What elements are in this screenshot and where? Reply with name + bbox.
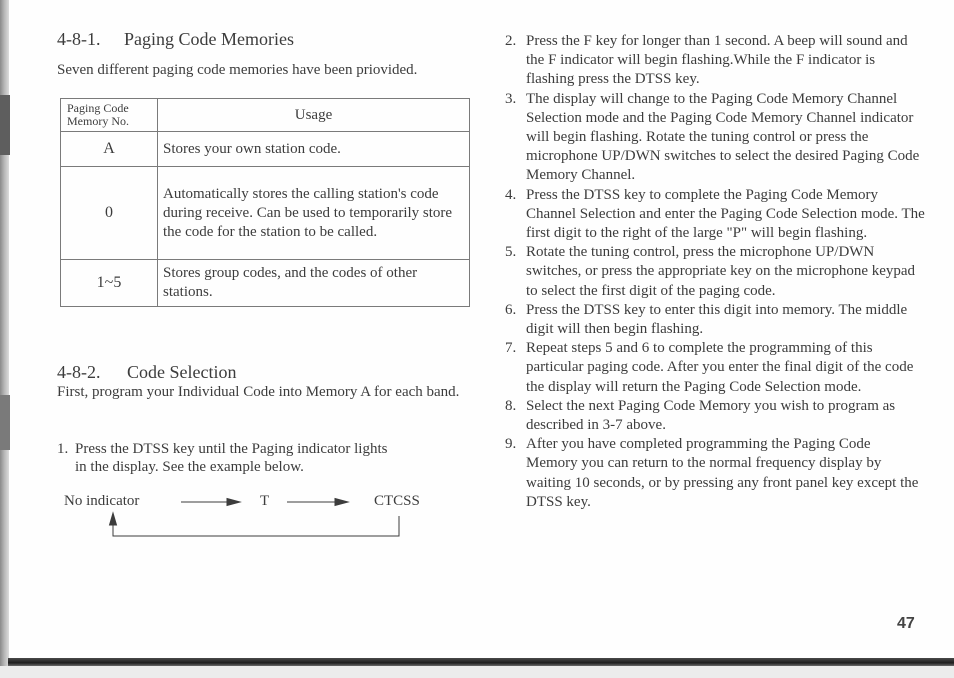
page-bottom-margin bbox=[0, 666, 954, 678]
header-line: Paging Code bbox=[67, 101, 129, 115]
step-text: After you have completed programming the… bbox=[526, 436, 919, 510]
table-row: A Stores your own station code. bbox=[60, 131, 470, 167]
step-number: 3. bbox=[505, 90, 517, 107]
memory-cell: 1~5 bbox=[60, 259, 158, 307]
step-9: 9. After you have completed programming t… bbox=[505, 435, 925, 512]
arrowhead-icon bbox=[334, 497, 350, 507]
step-text: Select the next Paging Code Memory you w… bbox=[526, 397, 896, 434]
usage-cell: Stores group codes, and the codes of oth… bbox=[157, 259, 470, 307]
step-text: Rotate the tuning control, press the mic… bbox=[526, 244, 916, 299]
memory-cell: 0 bbox=[60, 166, 158, 260]
step-number: 1. bbox=[57, 441, 69, 457]
step-8: 8. Select the next Paging Code Memory you… bbox=[505, 397, 925, 435]
arrowhead-up-icon bbox=[108, 511, 118, 526]
step-number: 9. bbox=[505, 436, 517, 453]
step-3: 3. The display will change to the Paging … bbox=[505, 90, 925, 186]
step-number: 6. bbox=[505, 301, 517, 318]
header-usage: Usage bbox=[157, 98, 470, 132]
step-text: The display will change to the Paging Co… bbox=[526, 90, 920, 184]
arrowhead-icon bbox=[226, 497, 242, 507]
section-intro: First, program your Individual Code into… bbox=[57, 384, 460, 400]
table-row: 1~5 Stores group codes, and the codes of… bbox=[60, 259, 470, 307]
step-1: 1. Press the DTSS key until the Paging in… bbox=[57, 440, 472, 476]
left-column: 4-8-1. Paging Code Memories Seven differe… bbox=[57, 28, 472, 537]
section-title: Paging Code Memories bbox=[124, 29, 294, 49]
paging-code-table: Paging Code Memory No. Usage A Stores yo… bbox=[60, 98, 470, 307]
section-heading-code-selection: 4-8-2. Code Selection bbox=[57, 361, 236, 383]
step-text: Press the DTSS key to complete the Pagin… bbox=[526, 186, 925, 242]
step-6: 6. Press the DTSS key to enter this digit… bbox=[505, 301, 925, 339]
step-2: 2. Press the F key for longer than 1 seco… bbox=[505, 32, 925, 90]
step-text: Press the DTSS key to enter this digit i… bbox=[526, 301, 908, 338]
step-7: 7. Repeat steps 5 and 6 to complete the p… bbox=[505, 339, 925, 397]
step-number: 2. bbox=[505, 33, 517, 49]
section-number: 4-8-1. bbox=[57, 29, 101, 49]
step-text: Repeat steps 5 and 6 to complete the pro… bbox=[526, 340, 914, 395]
section-intro: Seven different paging code memories hav… bbox=[57, 62, 418, 78]
section-number: 4-8-2. bbox=[57, 362, 101, 382]
step-number: 5. bbox=[505, 244, 517, 261]
return-arrow-line bbox=[112, 516, 400, 537]
header-memory-no: Paging Code Memory No. bbox=[60, 98, 158, 132]
header-line: Memory No. bbox=[67, 114, 129, 128]
step-text: Press the DTSS key until the Paging indi… bbox=[75, 441, 388, 457]
spine-shadow bbox=[0, 95, 10, 155]
usage-cell: Automatically stores the calling station… bbox=[157, 166, 470, 260]
indicator-cycle-diagram: No indicator T CTCSS bbox=[57, 493, 472, 578]
manual-page: 4-8-1. Paging Code Memories Seven differe… bbox=[0, 0, 954, 678]
procedure-steps: 2. Press the F key for longer than 1 seco… bbox=[505, 32, 925, 512]
step-text: Press the F key for longer than 1 second… bbox=[526, 33, 908, 88]
usage-cell: Stores your own station code. bbox=[157, 131, 470, 167]
flow-arrows bbox=[108, 497, 400, 537]
section-title: Code Selection bbox=[127, 362, 237, 382]
step-number: 4. bbox=[505, 186, 517, 203]
spine-shadow bbox=[0, 395, 10, 450]
section-heading-paging-code-memories: 4-8-1. Paging Code Memories bbox=[57, 28, 472, 50]
table-row: 0 Automatically stores the calling stati… bbox=[60, 166, 470, 260]
step-4: 4. Press the DTSS key to complete the Pag… bbox=[505, 186, 925, 244]
table-header-row: Paging Code Memory No. Usage bbox=[60, 98, 470, 132]
step-number: 8. bbox=[505, 397, 517, 414]
step-5: 5. Rotate the tuning control, press the m… bbox=[505, 243, 925, 301]
step-line: 1. Press the DTSS key until the Paging in… bbox=[57, 440, 472, 458]
step-number: 7. bbox=[505, 340, 517, 357]
step-line: in the display. See the example below. bbox=[75, 459, 304, 475]
page-number: 47 bbox=[897, 615, 915, 632]
memory-cell: A bbox=[60, 131, 158, 167]
right-column: 2. Press the F key for longer than 1 seco… bbox=[505, 32, 925, 512]
page-bottom-edge bbox=[8, 658, 954, 666]
